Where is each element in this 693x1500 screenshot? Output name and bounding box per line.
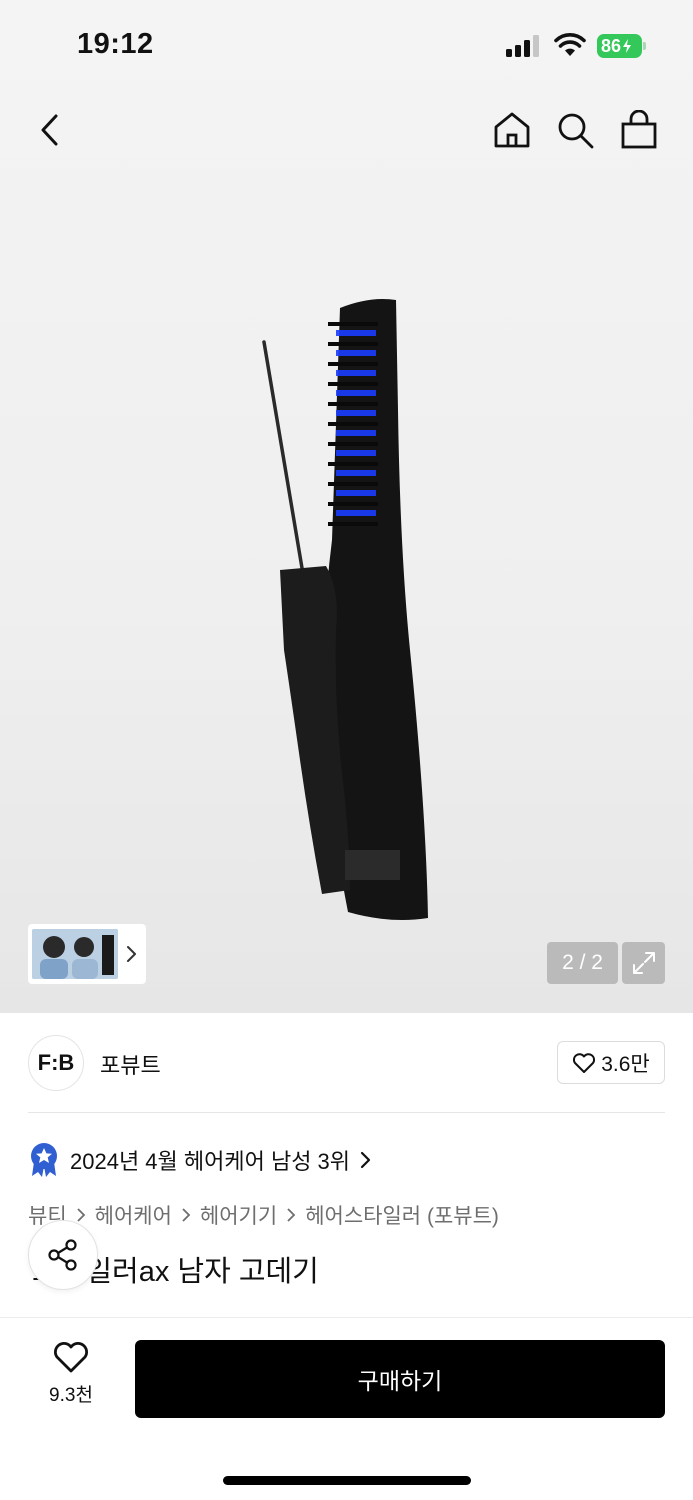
share-icon <box>48 1239 77 1271</box>
share-button[interactable] <box>28 1220 98 1290</box>
back-button[interactable] <box>28 108 72 152</box>
status-time: 19:12 <box>77 28 154 60</box>
search-icon <box>558 113 594 149</box>
signal-icon <box>506 35 539 57</box>
rank-badge-icon <box>31 1143 57 1177</box>
wishlist-button[interactable]: 9.3천 <box>38 1340 104 1416</box>
thumbnail-image <box>32 929 118 979</box>
search-button[interactable] <box>553 108 597 152</box>
bag-icon <box>621 110 657 149</box>
breadcrumb-item[interactable]: 헤어스타일러 (포뷰트) <box>305 1200 499 1230</box>
thumbnail-strip[interactable] <box>28 924 146 984</box>
breadcrumb-item[interactable]: 헤어기기 <box>200 1200 277 1230</box>
battery-level: 86 <box>601 35 622 56</box>
chevron-right-icon <box>127 946 136 962</box>
expand-button[interactable] <box>622 942 665 984</box>
chevron-right-icon <box>77 1208 85 1222</box>
product-gallery[interactable]: 19:12 86 2 / 2 <box>0 0 693 1013</box>
image-counter: 2 / 2 <box>547 942 618 984</box>
product-image <box>262 299 428 920</box>
wifi-icon <box>554 33 586 56</box>
ranking-link[interactable]: 2024년 4월 헤어케어 남성 3위 <box>28 1142 372 1178</box>
cart-button[interactable] <box>617 108 661 152</box>
chevron-right-icon <box>182 1208 191 1222</box>
brand-name[interactable]: 포뷰트 <box>100 1048 161 1080</box>
back-icon <box>41 114 58 146</box>
battery-icon: 86 <box>597 34 647 58</box>
home-indicator <box>223 1476 471 1485</box>
chevron-right-icon <box>287 1208 296 1222</box>
heart-icon <box>573 1052 596 1073</box>
breadcrumb-item[interactable]: 헤어케어 <box>95 1200 172 1230</box>
buy-button[interactable]: 구매하기 <box>135 1340 665 1418</box>
brand-like-count: 3.6만 <box>601 1052 650 1076</box>
ranking-text: 2024년 4월 헤어케어 남성 3위 <box>70 1149 351 1174</box>
brand-logo[interactable]: F:B <box>28 1035 84 1091</box>
divider <box>28 1112 665 1113</box>
home-button[interactable] <box>490 108 534 152</box>
expand-icon <box>632 952 655 974</box>
wishlist-count: 9.3천 <box>49 1385 93 1406</box>
chevron-right-icon <box>360 1151 371 1169</box>
heart-icon <box>54 1342 88 1373</box>
home-icon <box>494 112 530 148</box>
brand-like-button[interactable]: 3.6만 <box>557 1041 665 1084</box>
breadcrumb: 뷰티 헤어케어 헤어기기 헤어스타일러 (포뷰트) <box>28 1200 499 1230</box>
